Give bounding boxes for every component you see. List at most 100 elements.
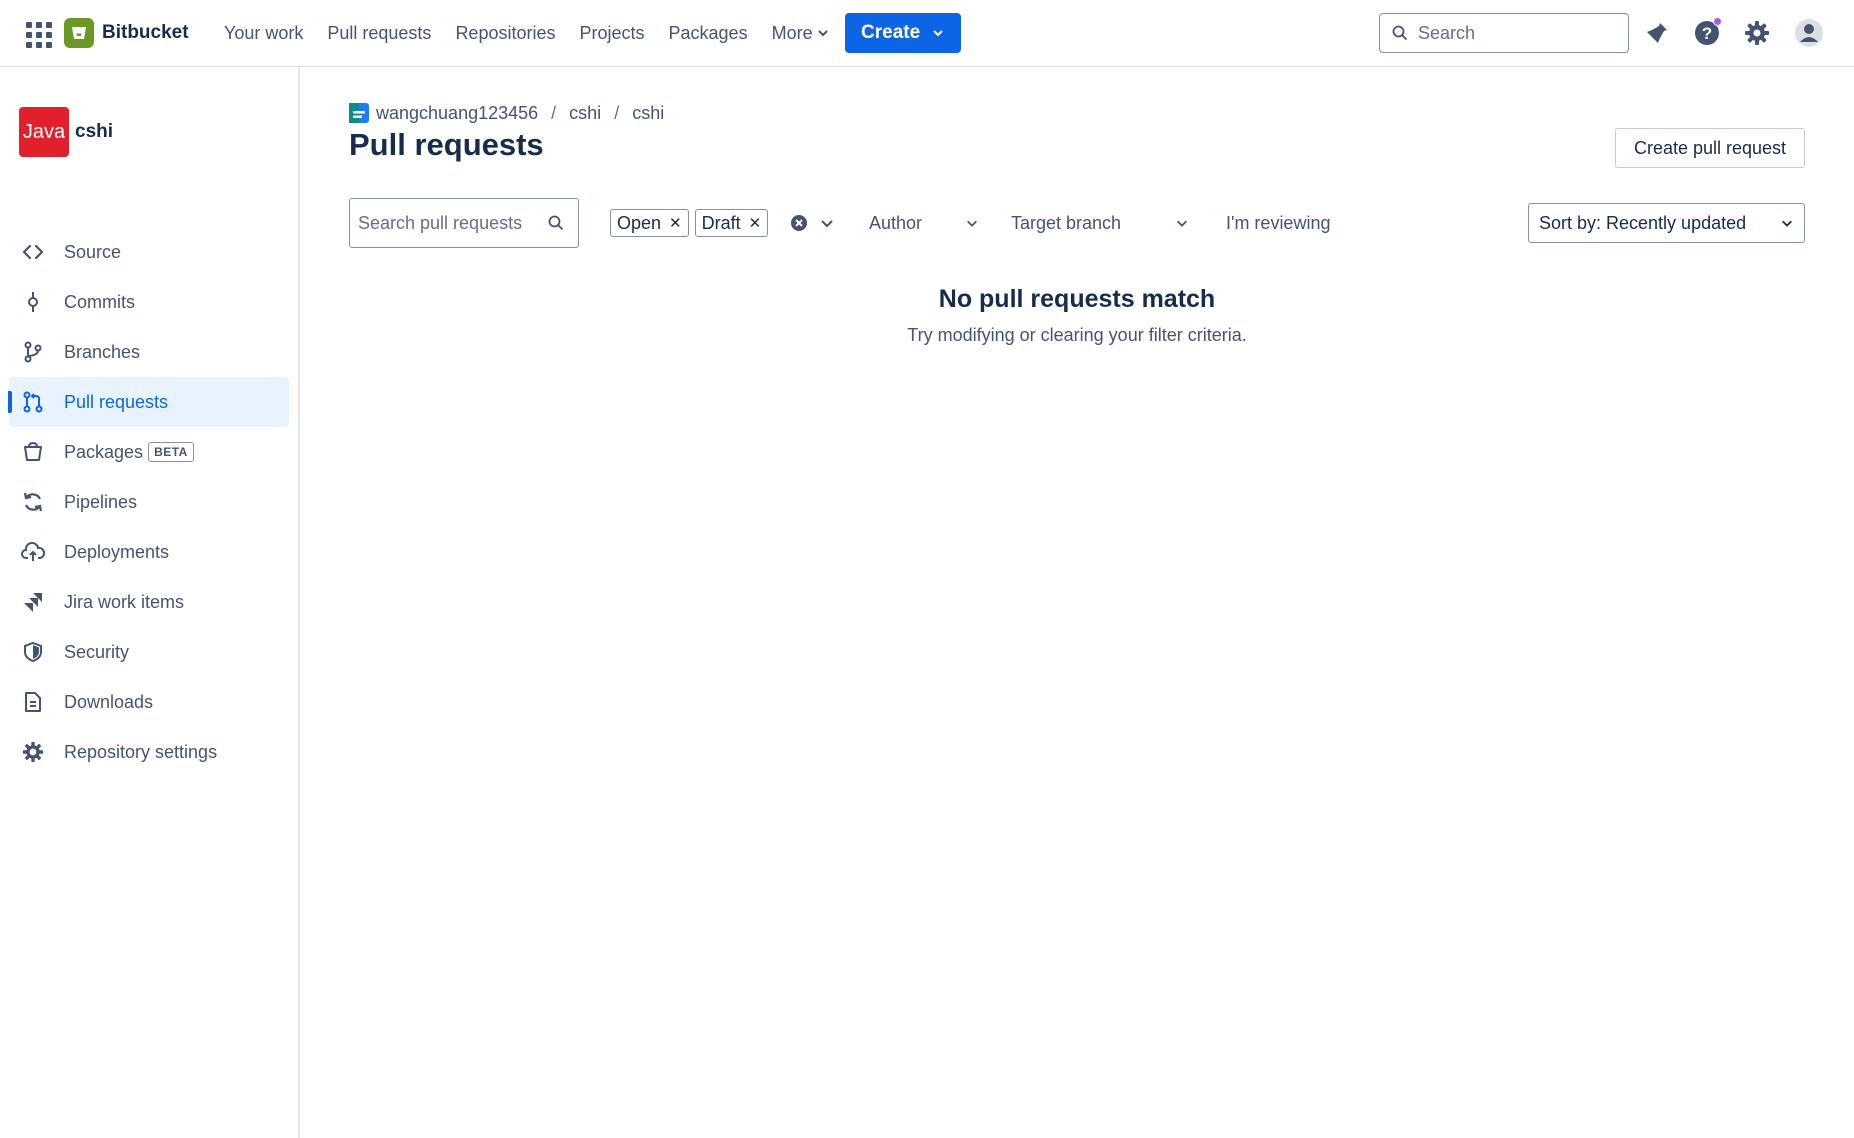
help-notification-dot <box>1713 17 1722 26</box>
nav-pull-requests[interactable]: Pull requests <box>315 13 443 53</box>
code-icon <box>21 240 45 264</box>
breadcrumb-separator: / <box>551 102 557 123</box>
profile-icon[interactable] <box>1791 15 1827 51</box>
remove-filter-icon[interactable]: ✕ <box>749 214 762 232</box>
page-title: Pull requests <box>349 127 544 162</box>
sidebar-item-label: Security <box>64 641 130 662</box>
repo-header[interactable]: Java cshi <box>19 107 113 157</box>
breadcrumb-repository[interactable]: cshi <box>632 103 664 124</box>
sidebar-item-branches[interactable]: Branches <box>9 327 289 377</box>
sidebar-item-label: Downloads <box>64 691 154 712</box>
sidebar-item-deployments[interactable]: Deployments <box>9 527 289 577</box>
gear-icon <box>21 740 45 764</box>
shield-icon <box>21 640 45 664</box>
branch-icon <box>21 340 45 364</box>
empty-state-title: No pull requests match <box>938 285 1216 313</box>
pull-request-search[interactable] <box>349 198 579 248</box>
sidebar-item-commits[interactable]: Commits <box>9 277 289 327</box>
breadcrumb-project[interactable]: cshi <box>569 103 601 124</box>
filter-bar: Open ✕ Draft ✕ Author Target branch I'm … <box>349 198 1805 248</box>
remove-filter-icon[interactable]: ✕ <box>669 214 682 232</box>
top-navigation-bar: Bitbucket Your work Pull requests Reposi… <box>0 0 1854 67</box>
breadcrumb-workspace[interactable]: wangchuang123456 <box>376 103 538 124</box>
download-file-icon <box>21 690 45 714</box>
sidebar-item-label: Source <box>64 241 122 262</box>
pull-request-search-input[interactable] <box>358 212 548 234</box>
filter-chip-label: Draft <box>701 212 741 233</box>
chevron-down-icon <box>817 30 828 37</box>
bitbucket-icon <box>64 18 94 48</box>
help-icon[interactable]: ? <box>1689 15 1725 51</box>
chevron-down-icon <box>933 30 943 37</box>
author-filter-label: Author <box>869 212 923 233</box>
cloud-upload-icon <box>21 540 45 564</box>
search-icon <box>1392 25 1408 41</box>
sidebar-item-label: Pipelines <box>64 491 138 512</box>
notifications-icon[interactable] <box>1639 15 1675 51</box>
sidebar-item-label: Packages <box>64 441 144 462</box>
sidebar-item-security[interactable]: Security <box>9 627 289 677</box>
sidebar-item-label: Repository settings <box>64 741 218 762</box>
search-icon <box>548 215 564 231</box>
sidebar-item-label: Jira work items <box>64 591 185 612</box>
create-button[interactable]: Create <box>844 13 961 53</box>
commit-icon <box>21 290 45 314</box>
primary-nav: Your work Pull requests Repositories Pro… <box>212 0 961 66</box>
sidebar-item-source[interactable]: Source <box>9 227 289 277</box>
nav-repositories[interactable]: Repositories <box>443 13 567 53</box>
sort-dropdown[interactable]: Sort by: Recently updated <box>1528 203 1805 243</box>
repo-avatar: Java <box>19 107 69 157</box>
nav-packages[interactable]: Packages <box>657 13 760 53</box>
pull-request-icon <box>21 390 45 414</box>
target-branch-filter-label: Target branch <box>1011 212 1122 233</box>
sidebar-item-downloads[interactable]: Downloads <box>9 677 289 727</box>
pipelines-icon <box>21 490 45 514</box>
nav-more-label: More <box>771 23 813 43</box>
breadcrumb: wangchuang123456 / cshi / cshi <box>349 101 664 125</box>
sidebar-item-label: Commits <box>64 291 135 312</box>
svg-text:?: ? <box>1702 24 1712 43</box>
nav-your-work[interactable]: Your work <box>212 13 315 53</box>
clear-filters-icon[interactable] <box>789 213 809 233</box>
author-filter-dropdown[interactable]: Author <box>869 208 979 238</box>
sidebar-item-jira[interactable]: Jira work items <box>9 577 289 627</box>
workspace-icon <box>349 103 369 123</box>
sidebar-item-repository-settings[interactable]: Repository settings <box>9 727 289 777</box>
state-filter-chips: Open ✕ Draft ✕ <box>610 209 769 237</box>
breadcrumb-separator: / <box>614 102 620 123</box>
chevron-down-icon <box>1782 220 1792 227</box>
filter-chip-label: Open <box>617 212 662 233</box>
sidebar-nav: Source Commits Branches Pull requests Pa… <box>8 227 289 777</box>
empty-state-subtitle: Try modifying or clearing your filter cr… <box>907 325 1247 345</box>
nav-more-dropdown[interactable]: More <box>760 13 841 53</box>
im-reviewing-filter[interactable]: I'm reviewing <box>1226 208 1330 238</box>
app-switcher-icon[interactable] <box>24 20 52 48</box>
repo-name: cshi <box>75 121 114 142</box>
chevron-down-icon <box>967 220 977 227</box>
sidebar-item-label: Branches <box>64 341 141 362</box>
bitbucket-logo[interactable]: Bitbucket <box>64 17 189 49</box>
sort-label: Sort by: Recently updated <box>1539 212 1747 233</box>
create-pull-request-button[interactable]: Create pull request <box>1615 128 1805 168</box>
product-name: Bitbucket <box>102 22 189 43</box>
chevron-down-icon[interactable] <box>819 215 835 231</box>
settings-icon[interactable] <box>1739 15 1775 51</box>
create-button-label: Create <box>861 22 921 43</box>
empty-state: No pull requests match Try modifying or … <box>349 285 1805 346</box>
global-search[interactable] <box>1379 13 1629 53</box>
jira-icon <box>21 590 45 614</box>
sidebar-item-packages[interactable]: Packages BETA <box>9 427 289 477</box>
repository-sidebar: Java cshi Source Commits Branches Pull r… <box>0 67 300 1138</box>
target-branch-filter-dropdown[interactable]: Target branch <box>1011 208 1189 238</box>
filter-chip-draft: Draft ✕ <box>694 209 769 237</box>
beta-badge: BETA <box>148 442 194 462</box>
sidebar-item-label: Deployments <box>64 541 170 562</box>
package-icon <box>21 440 45 464</box>
sidebar-item-label: Pull requests <box>64 391 169 412</box>
filter-chip-open: Open ✕ <box>610 209 689 237</box>
sidebar-item-pipelines[interactable]: Pipelines <box>9 477 289 527</box>
chevron-down-icon <box>1177 220 1187 227</box>
sidebar-item-pull-requests[interactable]: Pull requests <box>8 377 289 427</box>
global-search-input[interactable] <box>1418 22 1608 44</box>
nav-projects[interactable]: Projects <box>567 13 656 53</box>
